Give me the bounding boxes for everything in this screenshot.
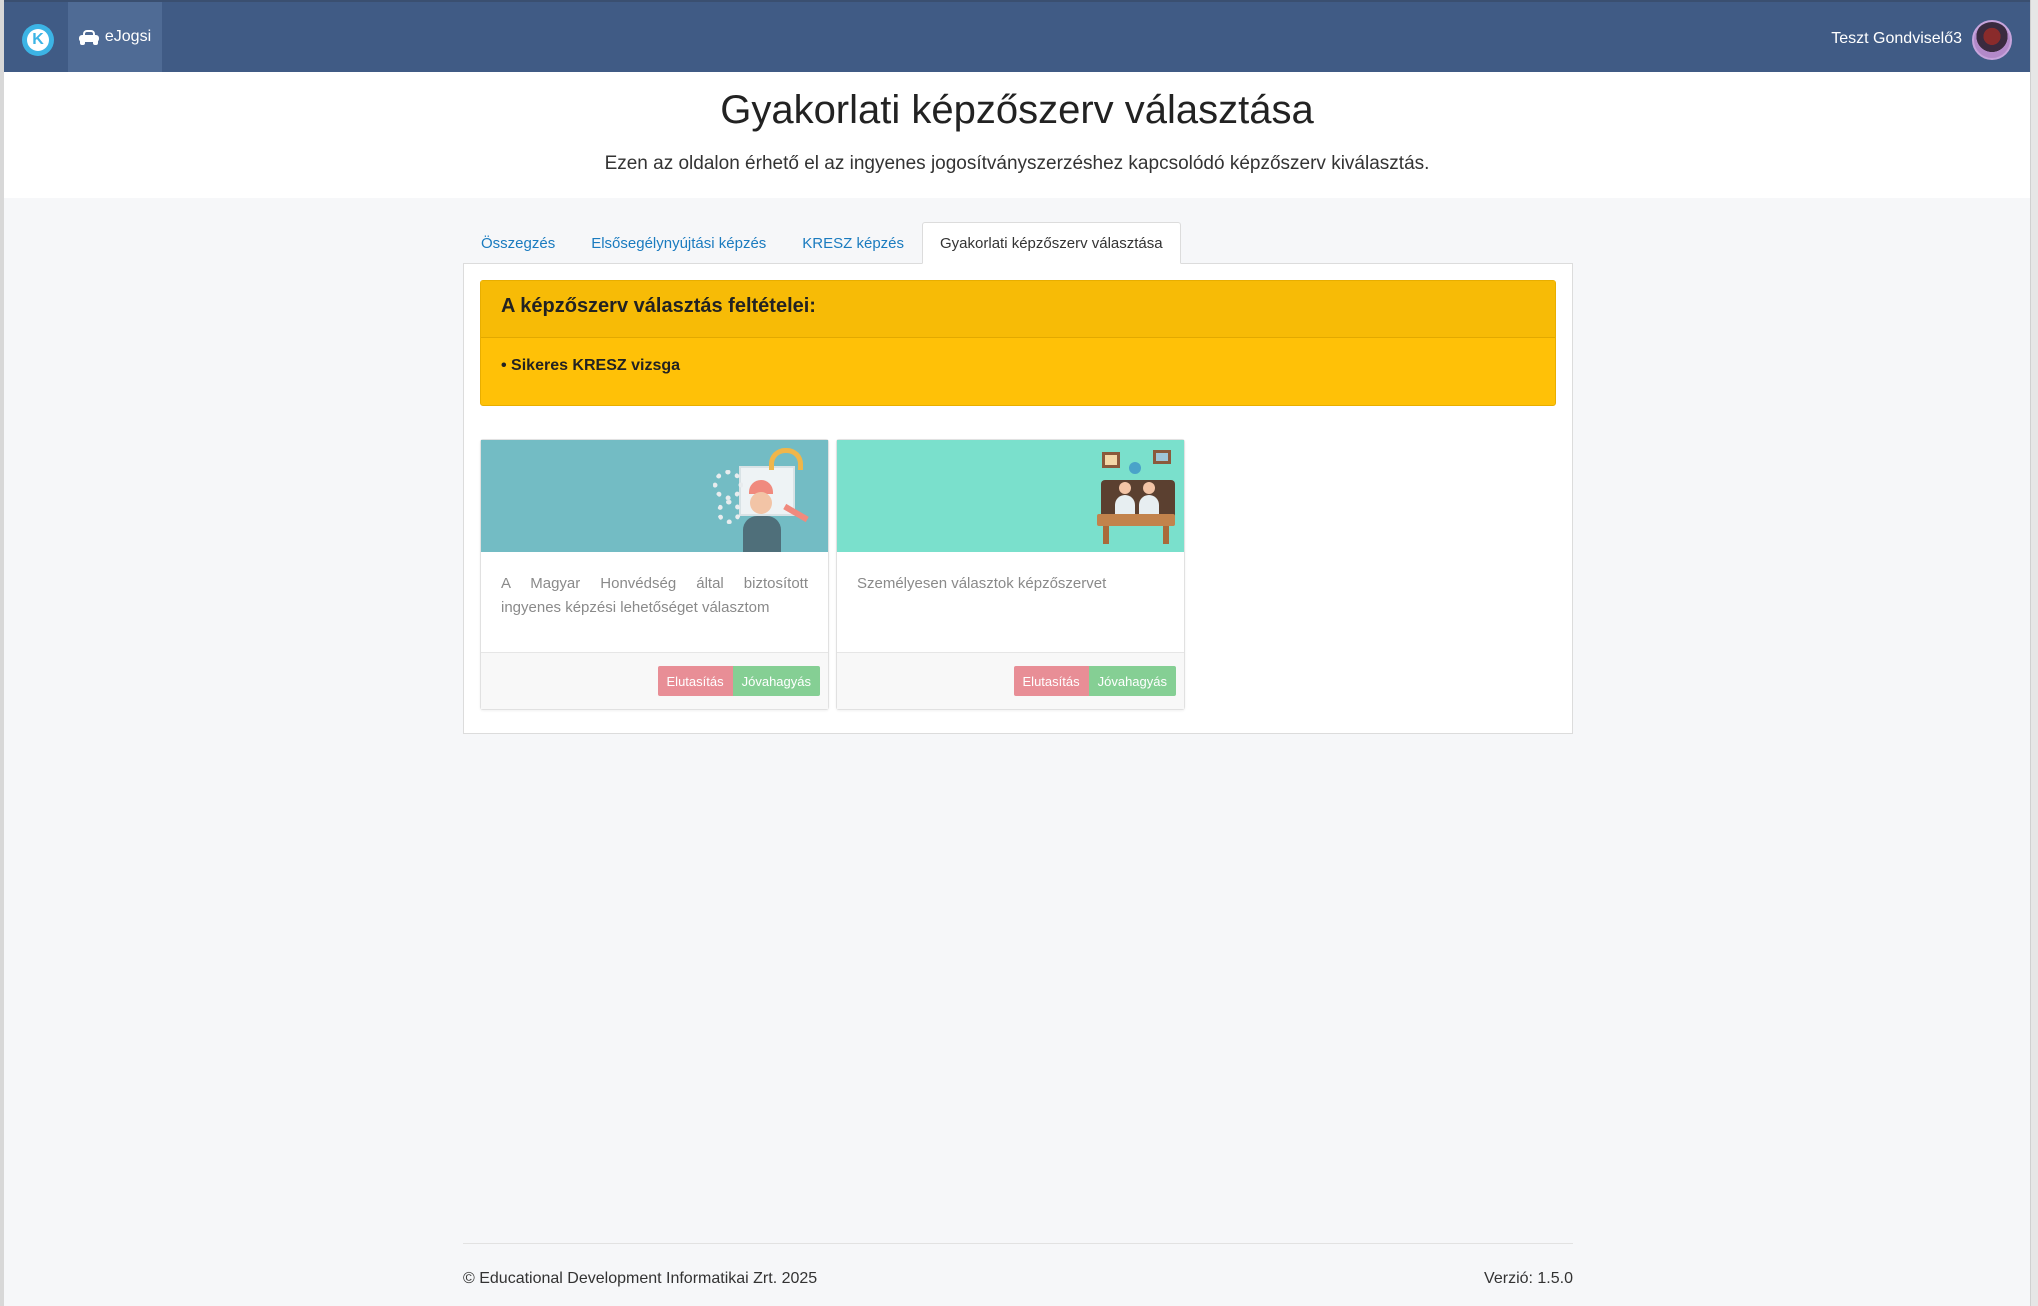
page-header: Gyakorlati képzőszerv választása Ezen az… xyxy=(4,72,2030,198)
card-description: Személyesen választok képzőszervet xyxy=(857,575,1107,592)
nav-item-ejogsi[interactable]: eJogsi xyxy=(68,2,162,72)
conditions-alert: A képzőszerv választás feltételei: • Sik… xyxy=(480,280,1556,406)
footer-copyright: © Educational Development Informatikai Z… xyxy=(463,1270,818,1287)
card-footer: Elutasítás Jóvahagyás xyxy=(481,652,828,709)
card-footer: Elutasítás Jóvahagyás xyxy=(837,652,1184,709)
reject-button[interactable]: Elutasítás xyxy=(1013,666,1089,696)
tab-panel: A képzőszerv választás feltételei: • Sik… xyxy=(463,263,1573,734)
avatar[interactable] xyxy=(1972,20,2012,60)
army-illustration xyxy=(481,440,828,552)
user-name[interactable]: Teszt Gondviselő3 xyxy=(1831,30,1962,48)
reject-button[interactable]: Elutasítás xyxy=(657,666,733,696)
tab-kresz[interactable]: KRESZ képzés xyxy=(784,222,922,264)
car-icon xyxy=(78,30,99,45)
top-navbar: K eJogsi Teszt Gondviselő3 xyxy=(4,0,2030,72)
tab-bar: Összegzés Elsősegélynyújtási képzés KRES… xyxy=(463,222,1181,264)
footer-version: Verzió: 1.5.0 xyxy=(1484,1270,1573,1287)
logo-letter: K xyxy=(27,29,49,51)
approve-button[interactable]: Jóvahagyás xyxy=(1088,666,1176,696)
window-scrollbar[interactable] xyxy=(2030,0,2038,1306)
card-description: A Magyar Honvédség által biztosított ing… xyxy=(501,575,808,616)
option-card-personal: Személyesen választok képzőszervet Eluta… xyxy=(836,439,1185,710)
decision-button-group: Elutasítás Jóvahagyás xyxy=(657,666,820,696)
tab-first-aid[interactable]: Elsősegélynyújtási képzés xyxy=(573,222,784,264)
alert-title: A képzőszerv választás feltételei: xyxy=(481,281,1555,338)
app-logo[interactable]: K xyxy=(22,24,54,56)
tab-summary[interactable]: Összegzés xyxy=(463,222,573,264)
decision-button-group: Elutasítás Jóvahagyás xyxy=(1013,666,1176,696)
page-title: Gyakorlati képzőszerv választása xyxy=(720,88,1314,132)
approve-button[interactable]: Jóvahagyás xyxy=(732,666,820,696)
footer-divider xyxy=(463,1243,1573,1244)
classroom-illustration xyxy=(837,440,1184,552)
alert-item: • Sikeres KRESZ vizsga xyxy=(501,357,681,374)
option-card-army: A Magyar Honvédség által biztosított ing… xyxy=(480,439,829,710)
tab-practical-school[interactable]: Gyakorlati képzőszerv választása xyxy=(922,222,1181,264)
page-subtitle: Ezen az oldalon érhető el az ingyenes jo… xyxy=(604,153,1430,174)
nav-item-label: eJogsi xyxy=(104,28,152,45)
